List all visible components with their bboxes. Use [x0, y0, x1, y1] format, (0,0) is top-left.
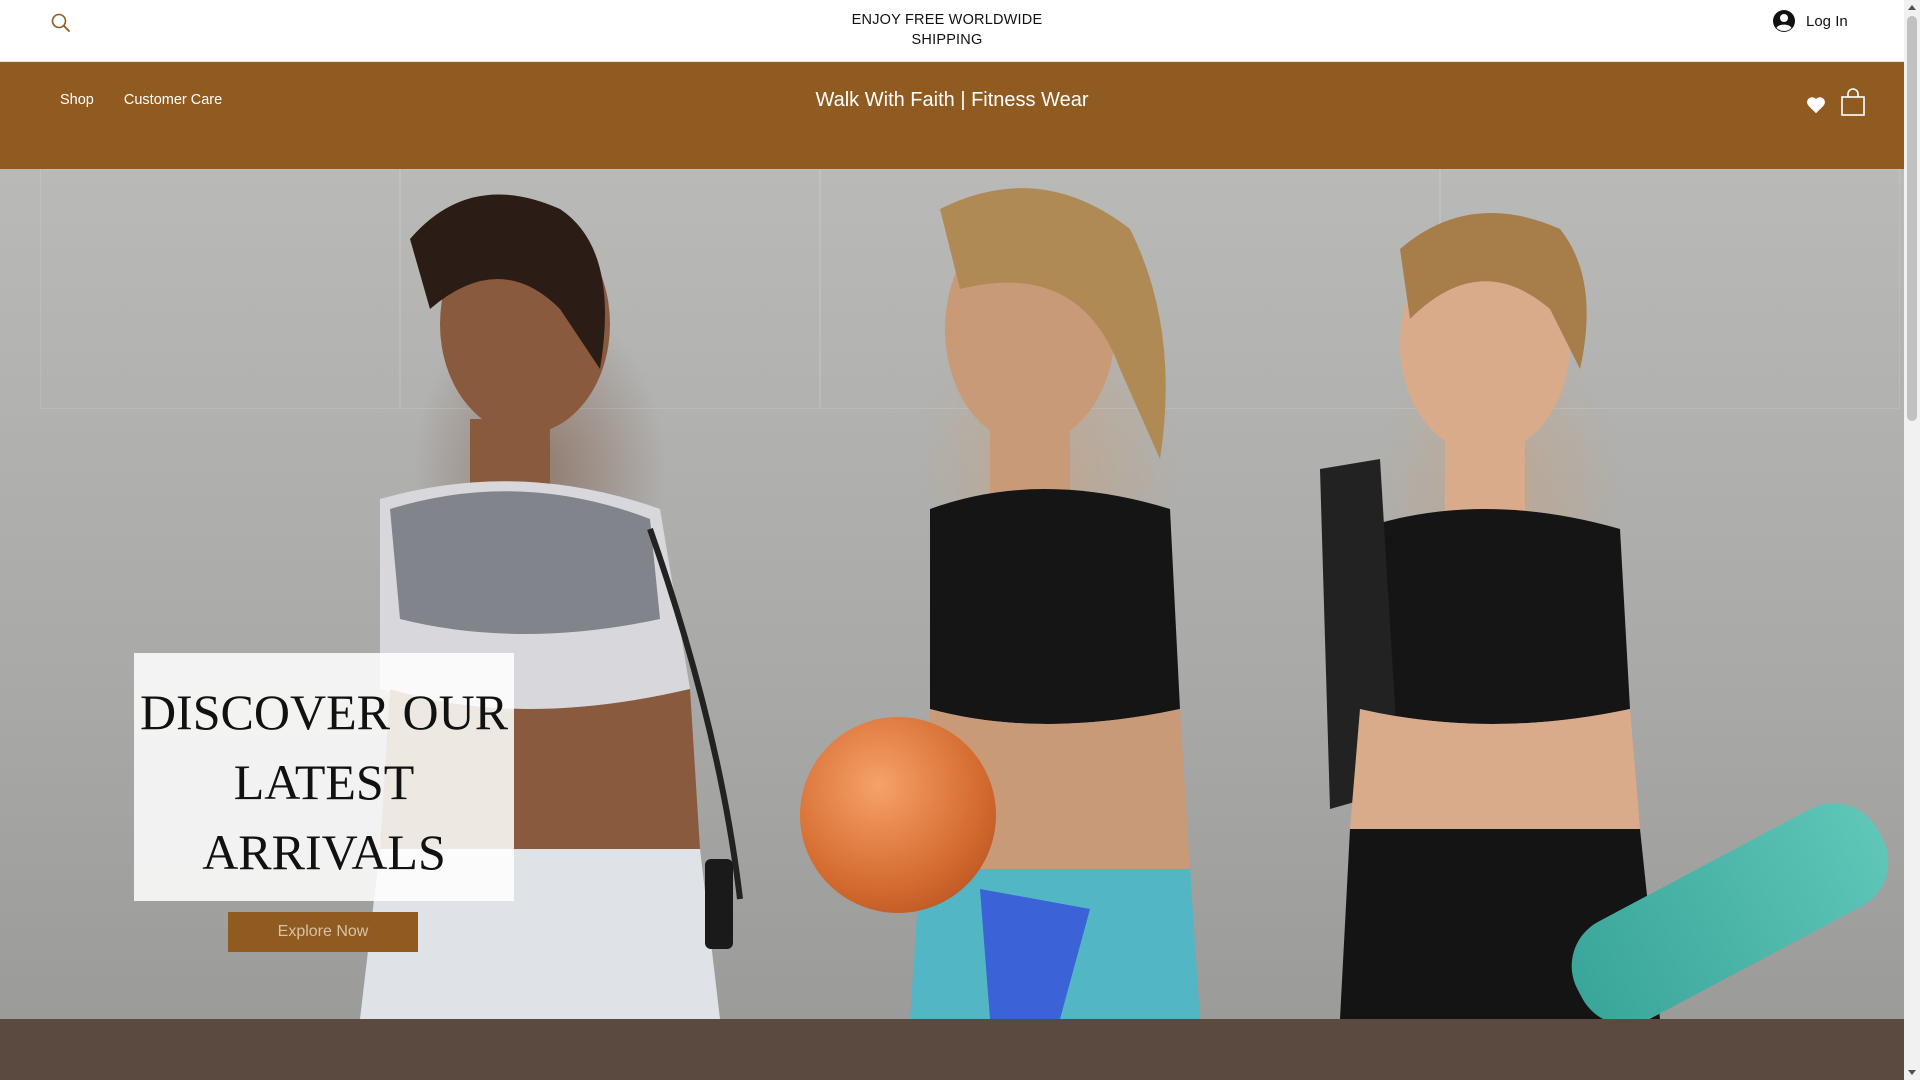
user-avatar-icon — [1773, 10, 1795, 32]
explore-now-button[interactable]: Explore Now — [228, 912, 418, 952]
announcement-bar: ENJOY FREE WORLDWIDE SHIPPING Log In — [0, 0, 1904, 62]
site-title[interactable]: Walk With Faith | Fitness Wear — [812, 86, 1092, 115]
search-icon — [51, 13, 70, 32]
scroll-up-arrow-icon[interactable] — [1908, 5, 1916, 10]
nav-shop[interactable]: Shop — [60, 92, 94, 108]
login-button[interactable]: Log In — [1772, 8, 1848, 34]
basketball — [800, 717, 996, 913]
scroll-down-arrow-icon[interactable] — [1908, 1070, 1916, 1075]
scrollbar-thumb[interactable] — [1907, 16, 1917, 421]
next-section-band — [0, 1019, 1904, 1080]
cart-button[interactable] — [1840, 87, 1866, 117]
page-scrollbar[interactable] — [1904, 0, 1920, 1080]
site-header: Shop Customer Care Walk With Faith | Fit… — [0, 62, 1904, 169]
main-nav: Shop Customer Care — [60, 92, 222, 108]
shopping-bag-icon — [1841, 88, 1865, 116]
hero-banner: DISCOVER OUR LATEST ARRIVALS Explore Now — [0, 169, 1904, 1019]
nav-customer-care[interactable]: Customer Care — [124, 92, 222, 108]
login-label: Log In — [1806, 12, 1848, 30]
wishlist-button[interactable] — [1805, 94, 1827, 116]
heart-icon — [1807, 97, 1825, 114]
search-button[interactable] — [50, 12, 72, 34]
promo-heading: DISCOVER OUR LATEST ARRIVALS — [139, 684, 509, 880]
shipping-announcement: ENJOY FREE WORLDWIDE SHIPPING — [851, 12, 1043, 48]
